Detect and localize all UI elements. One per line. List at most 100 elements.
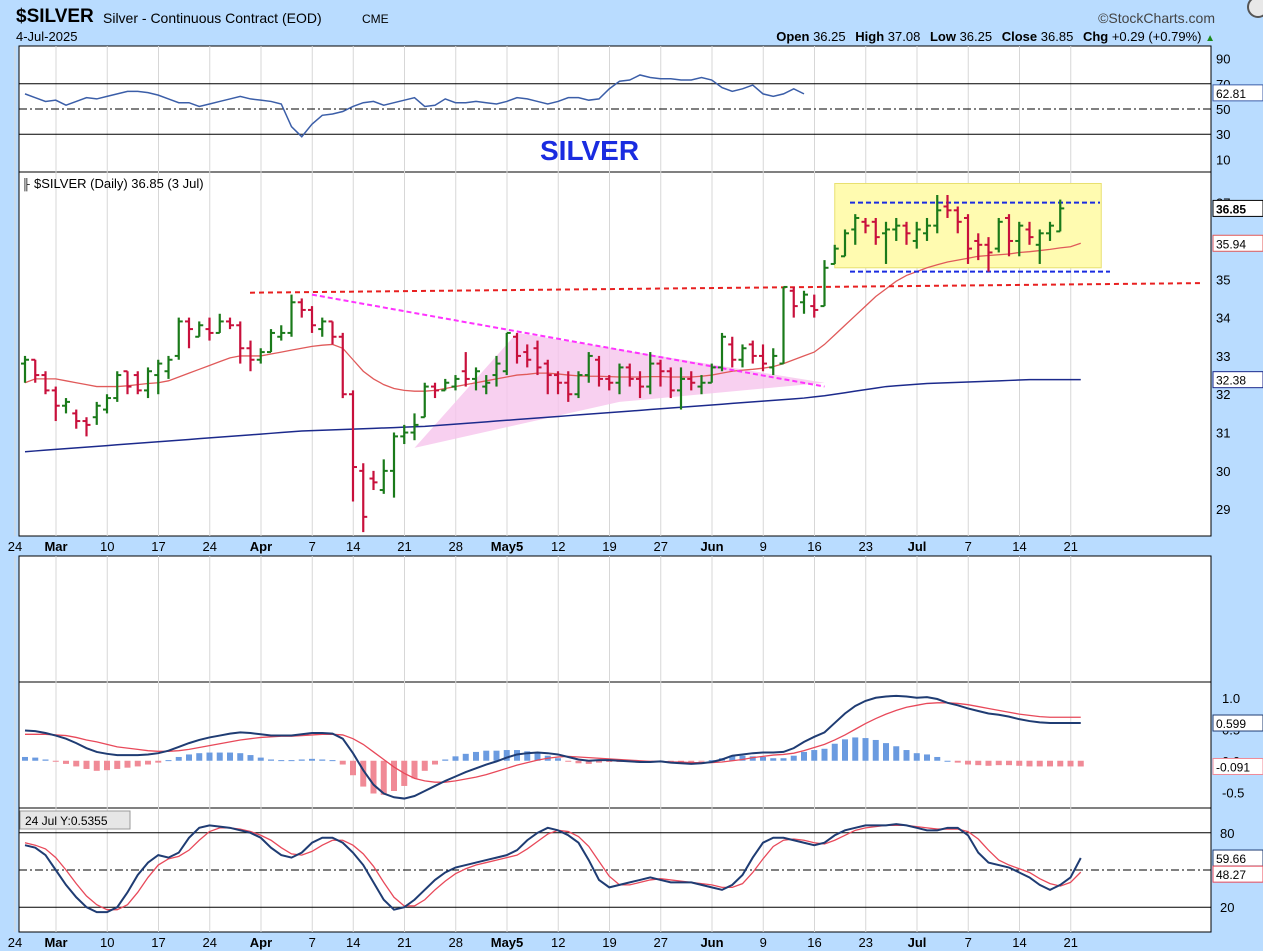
macd-histogram-bar (288, 760, 295, 762)
x-tick-label: 7 (965, 935, 972, 950)
indicator-panel (18, 555, 1212, 933)
macd-histogram-bar (493, 750, 500, 761)
price-tick-label: 29 (1216, 502, 1230, 517)
price-tick-label: 32 (1216, 387, 1230, 402)
macd-histogram-bar (954, 760, 961, 763)
rsi-tick-label: 90 (1216, 52, 1230, 67)
x-tick-label: Apr (250, 935, 272, 950)
macd-histogram-bar (883, 743, 889, 761)
x-tick-label: 27 (654, 935, 668, 950)
macd-histogram-bar (1057, 760, 1064, 767)
price-tick-label: 31 (1216, 426, 1230, 441)
rsi-tick-label: 10 (1216, 152, 1230, 167)
rsi-value-label: 62.81 (1216, 87, 1246, 101)
x-tick-label: Jun (700, 935, 723, 950)
macd-histogram-bar (186, 754, 192, 761)
x-tick-label: 10 (100, 539, 114, 554)
macd-tick-label: 1.0 (1222, 691, 1240, 706)
macd-histogram-bar (93, 760, 100, 771)
x-tick-label: 17 (151, 935, 165, 950)
macd-histogram-bar (237, 753, 244, 761)
macd-histogram-bar (975, 760, 982, 766)
macd-histogram-bar (145, 760, 151, 765)
macd-histogram-bar (432, 760, 438, 765)
rsi-tick-label: 50 (1216, 102, 1230, 117)
macd-histogram-bar (483, 750, 490, 761)
macd-histogram-bar (63, 760, 69, 764)
macd-histogram-bar (903, 750, 910, 761)
ma-long-tag-text: 32.38 (1216, 374, 1246, 388)
macd-histogram-bar (1016, 760, 1023, 766)
x-tick-label: 19 (602, 935, 616, 950)
macd-histogram-bar (1067, 760, 1074, 767)
macd-histogram-bar (216, 752, 223, 761)
macd-histogram-bar (985, 760, 992, 766)
macd-histogram-bar (698, 760, 705, 762)
x-tick-label: 16 (807, 935, 821, 950)
macd-histogram-bar (227, 752, 233, 761)
macd-histogram-bar (575, 760, 582, 764)
x-tick-label: Jun (700, 539, 723, 554)
macd-histogram-bar (268, 759, 274, 761)
macd-histogram-bar (206, 752, 213, 761)
macd-histogram-bar (1026, 760, 1033, 767)
macd-histogram-bar (421, 760, 428, 771)
stoch-tick-label: 20 (1220, 900, 1234, 915)
x-tick-label: 24 (203, 935, 217, 950)
price-tick-label: 34 (1216, 311, 1230, 326)
macd-histogram-bar (790, 755, 797, 761)
macd-histogram-bar (257, 757, 264, 761)
chart-canvas[interactable]: 24 24 Mar Mar 10 10 17 17 24 24 Apr Apr 7 7 14 14 21 21 28… (0, 0, 1263, 951)
x-tick-label: 24 (8, 935, 22, 950)
macd-histogram-bar (760, 756, 766, 761)
macd-histogram-bar (1006, 760, 1012, 766)
macd-histogram-bar (924, 754, 930, 761)
x-tick-label: 7 (965, 539, 972, 554)
macd-histogram-bar (196, 753, 203, 761)
x-tick-label: 9 (760, 935, 767, 950)
x-tick-label: 9 (760, 539, 767, 554)
macd-histogram-bar (780, 758, 787, 761)
x-tick-label: 23 (859, 539, 873, 554)
x-tick-label: 16 (807, 539, 821, 554)
macd-histogram-bar (688, 760, 695, 763)
x-tick-label: 14 (346, 539, 360, 554)
macd-histogram-bar (462, 753, 469, 761)
x-tick-label: 19 (602, 539, 616, 554)
macd-histogram-bar (165, 760, 172, 762)
x-tick-label: 14 (346, 935, 360, 950)
macd-histogram-bar (473, 751, 479, 761)
macd-histogram-bar (565, 760, 572, 762)
legend-bar-icon: ╟ (22, 177, 30, 192)
x-tick-label: 23 (859, 935, 873, 950)
stoch-tick-label: 80 (1220, 826, 1234, 841)
macd-histogram-bar (350, 760, 356, 776)
macd-histogram-bar (134, 760, 141, 767)
macd-histogram-bar (370, 760, 377, 794)
x-tick-label: Jul (908, 935, 927, 950)
macd-histogram-bar (862, 738, 869, 761)
macd-histogram-bar (319, 759, 326, 761)
macd-histogram-bar (995, 760, 1002, 766)
macd-histogram-bar (247, 755, 254, 761)
price-tick-label: 35 (1216, 272, 1230, 287)
stoch-value-label: 48.27 (1216, 868, 1246, 882)
macd-histogram-bar (114, 760, 121, 769)
macd-histogram-bar (329, 760, 336, 762)
macd-histogram-bar (872, 739, 879, 761)
rsi-tick-label: 30 (1216, 127, 1230, 142)
macd-histogram-bar (555, 758, 561, 761)
macd-histogram-bar (22, 756, 28, 761)
x-tick-label: 27 (654, 539, 668, 554)
x-tick-label: Apr (250, 539, 272, 554)
x-tick-label: 17 (151, 539, 165, 554)
macd-histogram-bar (801, 751, 807, 761)
macd-histogram-bar (73, 760, 80, 767)
macd-histogram-bar (852, 737, 859, 761)
macd-histogram-bar (124, 760, 131, 768)
macd-tick-label: -0.5 (1222, 785, 1244, 800)
x-tick-label: 12 (551, 539, 565, 554)
price-tick-label: 30 (1216, 464, 1230, 479)
macd-histogram-bar (944, 760, 951, 762)
macd-histogram-bar (1047, 760, 1053, 767)
